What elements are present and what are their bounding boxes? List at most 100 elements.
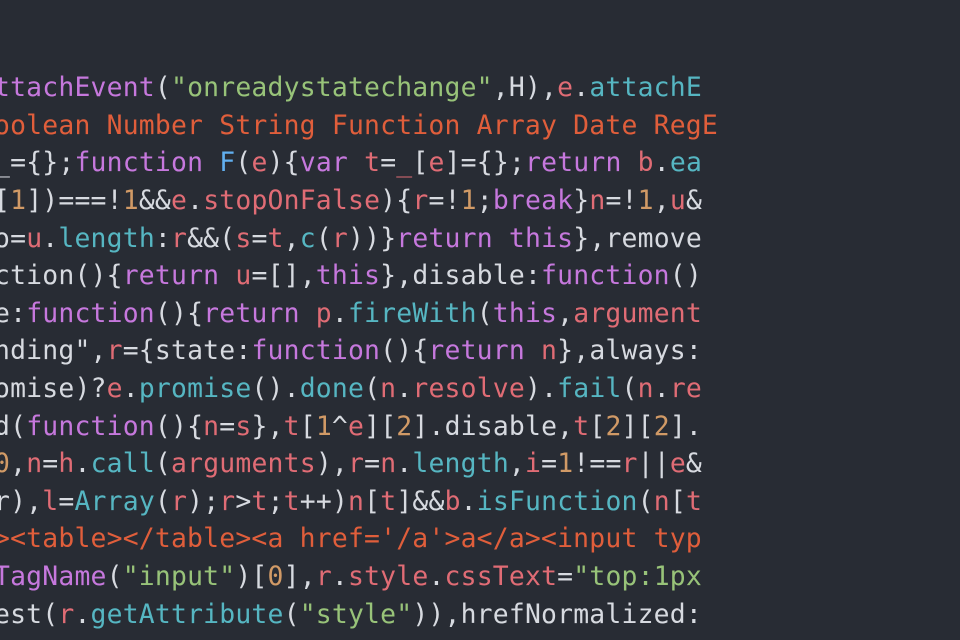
code-line: r),l=Array(r);r>t;t++)n[t]&&b.isFunction… — [0, 483, 960, 521]
code-line: e:function(){return p.fireWith(this,argu… — [0, 295, 960, 333]
code-token: return — [123, 260, 220, 291]
code-token: , — [557, 298, 573, 329]
code-token: 1 — [557, 448, 573, 479]
code-token: 2 — [396, 411, 412, 442]
code-line: TagName("input")[0],r.style.cssText="top… — [0, 558, 960, 596]
code-token: done — [300, 373, 364, 404]
code-token — [525, 335, 541, 366]
code-token: ][ — [364, 411, 396, 442]
code-token: ].disable, — [412, 411, 573, 442]
code-token: n — [638, 373, 654, 404]
code-token: _ — [396, 147, 412, 178]
code-token: function — [26, 298, 155, 329]
code-token: c — [300, 223, 316, 254]
code-token: this — [509, 223, 573, 254]
code-token: function — [26, 411, 155, 442]
code-token: ], — [284, 561, 316, 592]
code-token: n — [203, 411, 219, 442]
code-token — [348, 147, 364, 178]
code-token: omise — [0, 373, 74, 404]
code-token: || — [638, 448, 670, 479]
code-line: est(r.getAttribute("style")),hrefNormali… — [0, 596, 960, 634]
code-token: = — [557, 561, 573, 592]
code-token: t — [284, 486, 300, 517]
code-token: ]. — [670, 411, 702, 442]
code-token: , — [91, 335, 107, 366]
code-token: ( — [155, 448, 171, 479]
code-line: _={};function F(e){var t=_[e]={};return … — [0, 144, 960, 182]
code-token: o= — [0, 223, 26, 254]
code-token: ( — [364, 373, 380, 404]
code-token: r — [58, 599, 74, 630]
code-token: style — [348, 561, 428, 592]
code-token: ), — [316, 448, 348, 479]
code-token: est — [0, 599, 42, 630]
code-token: n — [348, 486, 364, 517]
code-token: h — [58, 448, 74, 479]
code-token: "top:1px — [573, 561, 702, 592]
code-token: () — [670, 260, 702, 291]
code-token: e — [348, 411, 364, 442]
code-token: isFunction — [477, 486, 638, 517]
code-token: r — [348, 448, 364, 479]
code-token: r — [412, 185, 428, 216]
code-token: = — [219, 411, 235, 442]
code-token: ={state: — [123, 335, 252, 366]
code-token: ( — [316, 223, 332, 254]
code-token: )? — [74, 373, 106, 404]
code-token: 1 — [638, 185, 654, 216]
code-token: e — [171, 185, 187, 216]
code-token: r — [316, 561, 332, 592]
code-token: > — [235, 486, 251, 517]
code-token: r — [219, 486, 235, 517]
code-token: [ — [670, 486, 686, 517]
code-token: ction — [0, 260, 74, 291]
code-token: length — [412, 448, 509, 479]
code-line: oolean Number String Function Array Date… — [0, 107, 960, 145]
code-token: r — [171, 223, 187, 254]
code-token: ++) — [300, 486, 348, 517]
code-token: , — [509, 448, 525, 479]
code-token: = — [364, 448, 380, 479]
code-token: ); — [187, 486, 219, 517]
code-token: =! — [605, 185, 637, 216]
code-token: e — [107, 373, 123, 404]
code-token: ttachEvent — [0, 72, 155, 103]
code-token: s — [235, 223, 251, 254]
code-token: {} — [26, 147, 58, 178]
code-token: call — [91, 448, 155, 479]
code-token: [ — [0, 185, 10, 216]
code-token: n — [380, 448, 396, 479]
code-token: = — [42, 448, 58, 479]
code-token: getAttribute — [91, 599, 284, 630]
code-token: ])===! — [26, 185, 123, 216]
code-token: . — [74, 599, 90, 630]
code-token: 1 — [316, 411, 332, 442]
code-token: ( — [42, 599, 58, 630]
code-token: ; — [268, 486, 284, 517]
code-token: function — [541, 260, 670, 291]
code-token: e: — [0, 298, 26, 329]
code-token — [219, 260, 235, 291]
code-token: n — [589, 185, 605, 216]
code-body: ttachEvent("onreadystatechange",H),e.att… — [0, 69, 960, 633]
code-token: return — [525, 147, 622, 178]
code-token: argument — [573, 298, 702, 329]
code-token: e — [557, 72, 573, 103]
code-token: _= — [0, 147, 26, 178]
code-line: ction(){return u=[],this},disable:functi… — [0, 257, 960, 295]
code-token: 0 — [268, 561, 284, 592]
code-token: TagName — [0, 561, 107, 592]
code-token: promise — [139, 373, 252, 404]
code-token: ){ — [380, 185, 412, 216]
code-token: (){ — [155, 411, 203, 442]
code-token: r — [332, 223, 348, 254]
code-token: ( — [638, 486, 654, 517]
code-token: stopOnFalse — [203, 185, 380, 216]
code-token: = — [541, 448, 557, 479]
code-token: )[ — [235, 561, 267, 592]
code-line: omise)?e.promise().done(n.resolve).fail(… — [0, 370, 960, 408]
code-token: . — [461, 486, 477, 517]
code-token: return — [396, 223, 493, 254]
code-token: "onreadystatechange" — [171, 72, 493, 103]
